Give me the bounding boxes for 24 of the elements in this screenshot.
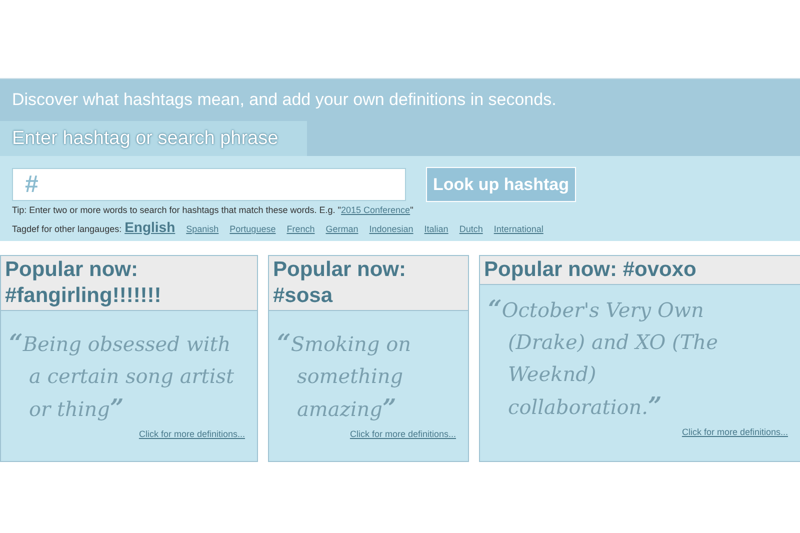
definition-quote: “Being obsessed with a certain song artist or thing” [8,327,236,424]
definition-quote: “October's Very Own (Drake) and XO (The Weeknd) collaboration.” [487,293,719,422]
language-link[interactable]: Dutch [459,224,483,234]
language-link[interactable]: International [494,224,544,234]
search-field[interactable]: # [12,168,406,201]
definition-quote: “Smoking on something amazing” [276,327,412,424]
language-link[interactable]: French [286,224,315,234]
more-definitions-link[interactable]: Click for more definitions... [682,427,788,437]
more-definitions-link[interactable]: Click for more definitions... [350,429,456,439]
language-link[interactable]: English [124,219,176,235]
language-link[interactable]: Indonesian [369,224,414,234]
more-definitions-link[interactable]: Click for more definitions... [138,429,245,439]
tip-text: Tip: Enter two or more words to search for hashtags that match these words. E.g. "2015 Conference" [12,205,414,215]
language-link[interactable]: German [326,224,358,234]
card-title: Popular now: #ovoxo [480,256,800,285]
card-title: Popular now: #fangirling!!!!!!! [1,256,257,311]
look-up-button[interactable]: Look up hashtag [426,167,576,202]
languages-label: Tagdef for other langauges: [12,224,122,234]
language-link[interactable]: Portuguese [230,224,276,234]
card-title: Popular now: #sosa [269,256,468,311]
language-link[interactable]: Italian [424,224,448,234]
language-link[interactable]: Spanish [186,224,219,234]
banner-text: Discover what hashtags mean, and add your own definitions in seconds. [12,90,556,110]
example-link[interactable]: 2015 Conference [341,205,410,215]
